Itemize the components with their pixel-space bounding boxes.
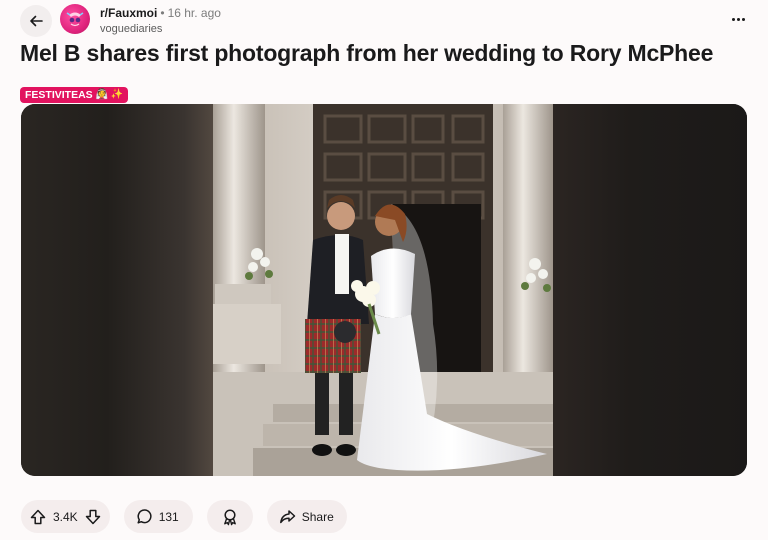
post-page: r/Fauxmoi • 16 hr. ago voguediaries Mel B … — [0, 0, 768, 540]
upvote-arrow-icon — [30, 509, 46, 524]
post-media[interactable] — [21, 104, 747, 476]
author-username[interactable]: voguediaries — [100, 23, 162, 35]
meta-separator: • — [160, 6, 165, 20]
more-options-button[interactable] — [724, 9, 752, 29]
post-time: 16 hr. ago — [167, 6, 221, 20]
flair-emoji: 👰 ✨ — [95, 89, 124, 100]
subreddit-name[interactable]: r/Fauxmoi — [100, 6, 157, 20]
more-dot — [736, 17, 740, 21]
downvote-arrow-icon — [85, 509, 100, 524]
wedding-photo-illustration — [213, 104, 553, 476]
vote-count: 3.4K — [53, 509, 78, 524]
flair-text: FESTIVITEAS — [25, 89, 93, 101]
award-button[interactable] — [206, 500, 253, 533]
comments-button[interactable]: 131 — [123, 500, 193, 533]
downvote-button[interactable] — [84, 508, 102, 526]
post-title: Mel B shares first photograph from her w… — [20, 40, 714, 66]
subreddit-avatar[interactable] — [60, 4, 90, 34]
comment-bubble-icon — [137, 509, 152, 524]
post-action-bar: 3.4K 131 Share — [21, 500, 347, 533]
vote-control: 3.4K — [21, 500, 110, 533]
more-dot — [741, 17, 745, 21]
comment-count: 131 — [158, 509, 179, 524]
subreddit-line: r/Fauxmoi • 16 hr. ago — [100, 6, 221, 20]
media-blur-right — [553, 104, 747, 476]
share-label: Share — [301, 509, 334, 524]
arrow-left-icon — [30, 15, 43, 27]
avatar-image — [66, 12, 84, 27]
more-horizontal-icon — [731, 17, 735, 21]
upvote-button[interactable] — [29, 508, 47, 526]
wedding-photo — [213, 104, 553, 476]
back-button[interactable] — [20, 5, 52, 37]
share-button[interactable]: Share — [266, 500, 347, 533]
media-blur-left — [21, 104, 213, 476]
award-ribbon-icon — [223, 508, 236, 525]
share-arrow-icon — [279, 510, 295, 524]
post-flair[interactable]: FESTIVITEAS 👰 ✨ — [20, 87, 129, 103]
